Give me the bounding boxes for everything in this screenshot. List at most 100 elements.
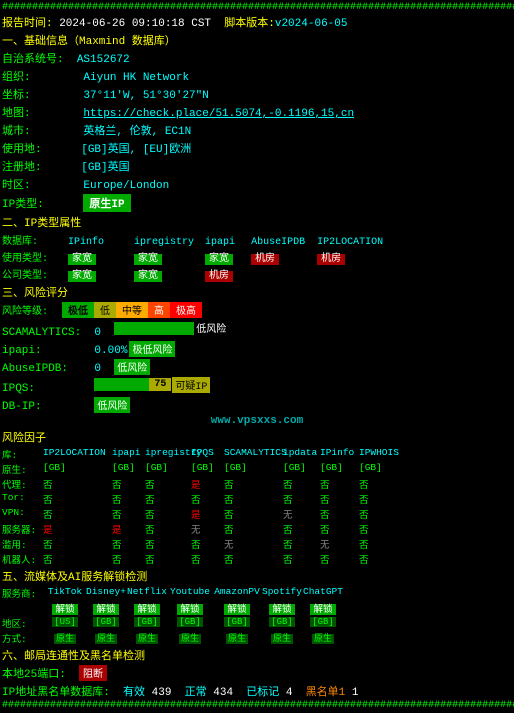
rf-px-ip2loc: 否 xyxy=(43,477,111,491)
company-jifang: 机房 xyxy=(205,266,245,282)
usage-jiayu1: 家宽 xyxy=(68,249,128,265)
ip-type-line: IP类型: 原生IP xyxy=(2,193,512,213)
scam-bar: 低风险 xyxy=(114,320,226,336)
rf-mis-ipreg: 否 xyxy=(145,537,190,551)
rf-mis-ipwhois: 否 xyxy=(359,537,399,551)
risk-factors-header: 库: IP2LOCATION ipapi ipregistry IPQS SCA… xyxy=(2,447,512,461)
media-method-row: 方式: 原生 原生 原生 原生 原生 原生 原生 xyxy=(2,631,512,645)
rf-native-row: 原生: [GB] [GB] [GB] [GB] [GB] [GB] [GB] [… xyxy=(2,462,512,476)
rf-vpn-ipinfo: 否 xyxy=(320,507,358,521)
ipqs-bar-yellow: 75 xyxy=(149,378,171,391)
reg-tiktok: [US] xyxy=(45,616,85,630)
media-disney: Disney+ xyxy=(86,586,126,600)
report-time-value: 2024-06-26 09:10:18 CST xyxy=(53,18,225,30)
rf-tor-ipwhois: 否 xyxy=(359,492,399,506)
usage-type-label: 使用类型: xyxy=(2,249,62,265)
reg-chatgpt: [GB] xyxy=(303,616,343,630)
media-header-row: 服务商: TikTok Disney+ Netflix Youtube Amaz… xyxy=(2,586,512,600)
risk-mid: 低 xyxy=(94,302,116,318)
rf-srv-ipinfo: 否 xyxy=(320,522,358,536)
abuseipdb-line: AbuseIPDB: 0 低风险 xyxy=(2,358,512,376)
risk-med: 中等 xyxy=(116,302,148,318)
blacklist-line: IP地址黑名单数据库: 有效 439 正常 434 已标记 4 黑名单1 1 xyxy=(2,682,512,700)
rf-px-ipreg: 否 xyxy=(145,477,190,491)
rf-bot-label: 机器人: xyxy=(2,552,42,566)
db-ipreg-col: ipregistry xyxy=(134,237,199,248)
rf-mis-ipapi: 否 xyxy=(112,537,144,551)
blacklisted-label: 黑名单1 xyxy=(306,683,352,699)
rf-col-ipreg: ipregistry xyxy=(145,447,190,461)
rf-mis-label: 滥用: xyxy=(2,537,42,551)
report-info-line: 报告时间: 2024-06-26 09:10:18 CST 脚本版本: v202… xyxy=(2,13,512,31)
rf-srv-ipqs: 无 xyxy=(191,522,223,536)
rf-mis-scam: 无 xyxy=(224,537,282,551)
rf-mis-ipdata: 否 xyxy=(283,537,319,551)
rf-nat-ipwhois: [GB] xyxy=(359,462,399,476)
rf-vpn-ipreg: 否 xyxy=(145,507,190,521)
rf-bot-ipqs: 否 xyxy=(191,552,223,566)
db-ipinfo-col: IPinfo xyxy=(68,237,128,248)
rf-bot-ipdata: 否 xyxy=(283,552,319,566)
media-youtube: Youtube xyxy=(168,586,212,600)
rf-tor-scam: 否 xyxy=(224,492,282,506)
rf-nat-ip2loc: [GB] xyxy=(43,462,111,476)
meth-netflix: 原生 xyxy=(127,631,167,645)
rf-nat-scam: [GB] xyxy=(224,462,282,476)
meth-chatgpt: 原生 xyxy=(303,631,343,645)
unlock-disney: 解锁 xyxy=(86,601,126,615)
rf-px-ipinfo: 否 xyxy=(320,477,358,491)
hash-line-bottom: ########################################… xyxy=(2,700,512,711)
map-line: 地图: https://check.place/51.5074,-0.1196,… xyxy=(2,103,512,121)
db-abuseipdb-col: AbuseIPDB xyxy=(251,237,311,248)
page-container: ########################################… xyxy=(2,2,512,711)
unlock-netflix: 解锁 xyxy=(127,601,167,615)
rf-native-label: 原生: xyxy=(2,462,42,476)
company-label: 公司类型: xyxy=(2,266,62,282)
unlock-youtube: 解锁 xyxy=(168,601,212,615)
media-unlock-row: 解锁 解锁 解锁 解锁 解锁 解锁 解锁 xyxy=(2,601,512,615)
ip-type-badge: 原生IP xyxy=(83,194,130,212)
dbip-line: DB-IP: 低风险 xyxy=(2,396,512,414)
rf-col-source: 库: xyxy=(2,447,42,461)
rf-vpn-ipqs: 是 xyxy=(191,507,223,521)
rf-tor-ipinfo: 否 xyxy=(320,492,358,506)
rf-bot-ip2loc: 否 xyxy=(43,552,111,566)
hash-line-top: ########################################… xyxy=(2,2,512,13)
rf-vpn-label: VPN: xyxy=(2,507,42,521)
usage-jiayu3: 家宽 xyxy=(205,249,245,265)
unlock-amazon: 解锁 xyxy=(213,601,261,615)
meth-disney: 原生 xyxy=(86,631,126,645)
media-method-label: 方式: xyxy=(2,631,44,645)
risk-extreme: 极高 xyxy=(170,302,202,318)
company-jiayu2: 家宽 xyxy=(134,266,199,282)
db-ip2loc-col: IP2LOCATION xyxy=(317,237,397,248)
script-label: 脚本版本: xyxy=(224,14,275,30)
rf-tor-ip2loc: 否 xyxy=(43,492,111,506)
port25-value: 阻断 xyxy=(79,665,107,681)
map-link[interactable]: https://check.place/51.5074,-0.1196,15,c… xyxy=(83,108,354,120)
rf-srv-ipdata: 否 xyxy=(283,522,319,536)
coords-line: 坐标: 37°11'W, 51°30'27"N xyxy=(2,85,512,103)
rf-proxy-row: 代理: 否 否 否 是 否 否 否 否 xyxy=(2,477,512,491)
db-ipapi-col: ipapi xyxy=(205,237,245,248)
rf-mis-ip2loc: 否 xyxy=(43,537,111,551)
rf-px-ipapi: 否 xyxy=(112,477,144,491)
rf-bot-ipapi: 否 xyxy=(112,552,144,566)
rf-srv-scam: 否 xyxy=(224,522,282,536)
unlock-spotify: 解锁 xyxy=(262,601,302,615)
rf-px-ipqs: 是 xyxy=(191,477,223,491)
media-netflix: Netflix xyxy=(127,586,167,600)
rf-vpn-scam: 否 xyxy=(224,507,282,521)
rf-vpn-row: VPN: 否 否 否 是 否 无 否 否 xyxy=(2,507,512,521)
rf-vpn-ipdata: 无 xyxy=(283,507,319,521)
rf-tor-ipqs: 否 xyxy=(191,492,223,506)
company-type-row: 公司类型: 家宽 家宽 机房 xyxy=(2,266,512,282)
rf-col-ipinfo: IPinfo xyxy=(320,447,358,461)
risk-factors-title: 风险因子 xyxy=(2,428,512,446)
rf-tor-ipdata: 否 xyxy=(283,492,319,506)
reg-netflix: [GB] xyxy=(127,616,167,630)
meth-tiktok: 原生 xyxy=(45,631,85,645)
rf-tor-ipreg: 否 xyxy=(145,492,190,506)
usage-type-row: 使用类型: 家宽 家宽 家宽 机房 机房 xyxy=(2,249,512,265)
reg-line: 注册地: [GB]英国 xyxy=(2,157,512,175)
